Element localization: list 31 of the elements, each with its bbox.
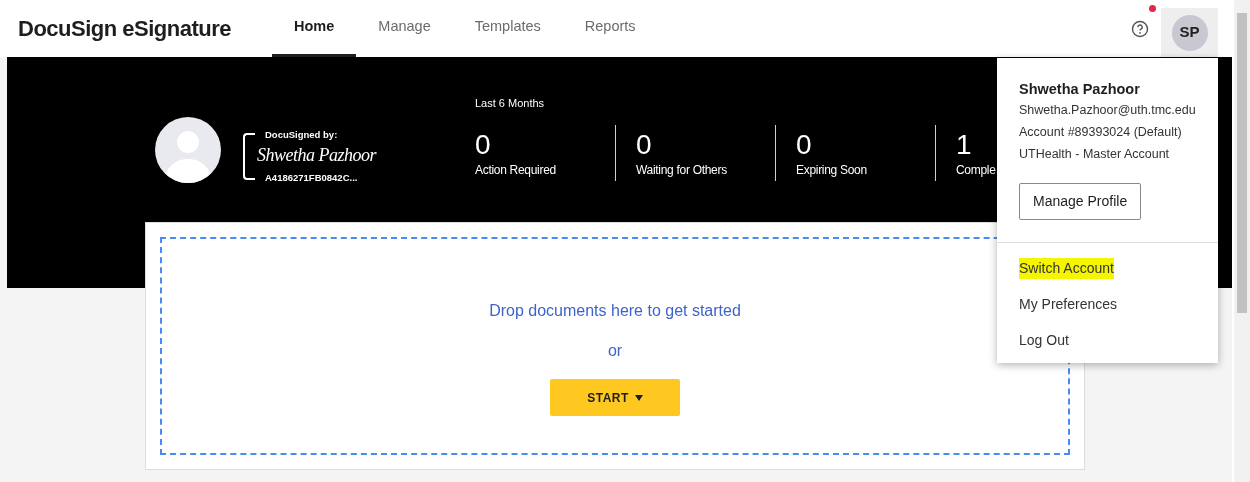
account-email: Shwetha.Pazhoor@uth.tmc.edu — [1019, 102, 1196, 119]
nav-tab[interactable]: Reports — [562, 0, 658, 57]
menu-item[interactable]: Log Out — [1019, 329, 1069, 351]
account-name: Shwetha Pazhoor — [1019, 80, 1141, 99]
scrollbar-thumb[interactable] — [1237, 13, 1247, 313]
stat-label[interactable]: Expiring Soon — [796, 161, 935, 179]
start-button[interactable]: START — [550, 379, 680, 416]
period-label: Last 6 Months — [475, 96, 545, 111]
stat-label[interactable]: Action Required — [475, 161, 615, 179]
drop-prompt: Drop documents here to get started — [489, 301, 741, 321]
stat-count[interactable]: 0 — [475, 129, 615, 161]
help-icon[interactable] — [1131, 19, 1149, 38]
avatar[interactable]: SP — [1171, 14, 1208, 51]
account-organization: UTHealth - Master Account — [1019, 146, 1171, 163]
stat-label[interactable]: Waiting for Others — [636, 161, 775, 179]
logo[interactable]: DocuSign eSignature — [18, 12, 272, 45]
stat-count[interactable]: 0 — [796, 129, 935, 161]
profile-avatar-icon — [155, 117, 221, 183]
signature-caption: DocuSigned by: — [265, 128, 338, 142]
account-number: Account #89393024 (Default) — [1019, 124, 1183, 141]
menu-item[interactable]: Switch Account — [1019, 257, 1114, 279]
or-text: or — [607, 341, 623, 361]
signature-id: A4186271FB0842C... — [265, 171, 358, 185]
caret-icon — [634, 394, 643, 401]
signature: Shwetha Pazhoor — [257, 144, 376, 167]
stat-count[interactable]: 0 — [636, 129, 775, 161]
manage-profile-button[interactable]: Manage Profile — [1019, 183, 1142, 220]
signature-bracket — [243, 133, 255, 180]
nav-tab[interactable]: Manage — [356, 0, 453, 57]
scrollbar[interactable] — [1234, 0, 1250, 482]
nav-tab[interactable]: Templates — [452, 0, 563, 57]
